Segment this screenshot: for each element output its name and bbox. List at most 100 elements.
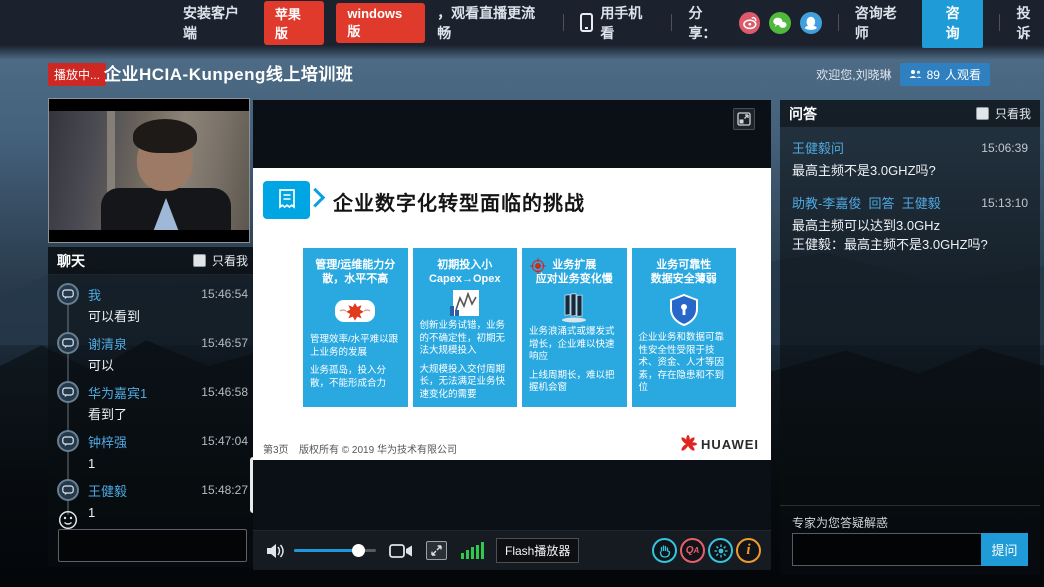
smiley-icon[interactable]	[58, 510, 78, 530]
slide-footer: 第3页 版权所有 © 2019 华为技术有限公司 HUAWEI	[253, 439, 771, 455]
watch-on-mobile-button[interactable]: 用手机看	[600, 3, 655, 43]
qa-text: 最高主频不是3.0GHZ吗?	[792, 162, 1028, 180]
huawei-logo: HUAWEI	[679, 435, 759, 453]
divider	[563, 14, 564, 31]
qa-title: 问答	[789, 104, 817, 124]
document-icon	[263, 181, 310, 219]
chat-time: 15:46:54	[201, 287, 248, 301]
camera-icon[interactable]	[389, 543, 413, 559]
card-line: 业务浪涌式或爆发式增长，企业难以快速响应	[529, 326, 620, 364]
checkbox-icon[interactable]	[193, 254, 206, 267]
card-line: 业务孤岛，投入分散，不能形成合力	[310, 365, 401, 390]
slide-card-reliability: 业务可靠性 数据安全薄弱 企业业务和数据可靠性安全性受限于技术、资金、人才等因素…	[632, 248, 737, 407]
qa-asker: 王健毅问	[792, 138, 844, 157]
only-me-label: 只看我	[995, 105, 1031, 122]
windows-version-button[interactable]: windows版	[336, 3, 425, 43]
chat-bubble-icon	[57, 479, 79, 501]
info-icon[interactable]: i	[736, 538, 761, 563]
chat-only-me-toggle[interactable]: 只看我	[193, 252, 248, 269]
volume-fill	[294, 549, 357, 552]
servers-icon	[529, 288, 620, 326]
weibo-icon[interactable]	[739, 12, 761, 34]
chat-sender: 谢清泉	[88, 334, 127, 353]
card-title: 管理/运维能力分散，水平不高	[310, 258, 401, 288]
qa-only-me-toggle[interactable]: 只看我	[976, 105, 1031, 122]
qa-answer: 助教-李嘉俊 回答 王健毅 15:13:10 最高主频可以达到3.0GHz 王健…	[792, 193, 1028, 254]
webinar-page: 安装客户端 苹果版 windows版 ，观看直播更流畅 用手机看 分享： 咨询老…	[0, 0, 1044, 587]
player-action-buttons: QA i	[652, 538, 761, 563]
consult-teacher-label: 咨询老师	[855, 3, 910, 43]
slide-card-expansion: 业务扩展 应对业务变化慢 业务浪涌式或爆发式增长，企业难以快速响应 上线周期长，…	[522, 248, 627, 407]
phone-icon	[580, 13, 593, 32]
divider	[671, 14, 672, 31]
card-line: 管理效率/水平难以跟上业务的发展	[310, 334, 401, 359]
qa-header: 问答 只看我	[780, 100, 1040, 128]
volume-slider[interactable]	[294, 549, 376, 552]
top-bar: 安装客户端 苹果版 windows版 ，观看直播更流畅 用手机看 分享： 咨询老…	[0, 0, 1044, 45]
chat-header: 聊天 只看我	[48, 247, 257, 275]
chat-input[interactable]	[58, 529, 247, 562]
chat-bubble-icon	[57, 430, 79, 452]
pip-icon[interactable]	[426, 541, 447, 560]
people-icon	[909, 69, 922, 80]
question-input[interactable]	[792, 533, 981, 566]
qa-time: 15:06:39	[981, 141, 1028, 155]
consult-button[interactable]: 咨询	[922, 0, 984, 48]
chat-message: 钟梓强 15:47:04 1	[57, 430, 248, 472]
chat-bubble-icon	[57, 332, 79, 354]
qa-question: 王健毅问 15:06:39 最高主频不是3.0GHZ吗?	[792, 138, 1028, 180]
chat-title: 聊天	[57, 251, 85, 271]
slide-page-number: 第3页	[263, 441, 289, 456]
volume-thumb[interactable]	[352, 544, 365, 557]
hand-icon[interactable]	[652, 538, 677, 563]
chat-sender: 王健毅	[88, 481, 127, 500]
signal-icon	[461, 542, 484, 559]
install-client-label: 安装客户端	[183, 3, 252, 43]
smooth-watch-label: ，观看直播更流畅	[437, 3, 547, 43]
wechat-icon[interactable]	[769, 12, 791, 34]
chart-icon	[420, 288, 511, 320]
chat-time: 15:46:57	[201, 336, 248, 350]
card-title: 初期投入小 Capex→Opex	[420, 258, 511, 288]
qa-icon[interactable]: QA	[680, 538, 705, 563]
slide-title: 企业数字化转型面临的挑战	[333, 187, 585, 216]
chat-text: 可以看到	[88, 308, 248, 325]
presentation-player: 企业数字化转型面临的挑战 管理/运维能力分散，水平不高 管理效率/水平难以跟上业…	[253, 100, 771, 570]
qa-text: 最高主频可以达到3.0GHz	[792, 217, 1028, 235]
speaker-icon[interactable]	[265, 542, 285, 560]
checkbox-icon[interactable]	[976, 107, 989, 120]
chat-time: 15:47:04	[201, 434, 248, 448]
card-line: 企业业务和数据可靠性安全性受限于技术、资金、人才等因素，存在隐患和不到位	[639, 332, 730, 395]
viewers-badge: 89 人观看	[900, 63, 990, 86]
divider	[780, 505, 1040, 506]
viewers-count: 89	[927, 68, 940, 82]
chat-text: 1	[88, 455, 248, 472]
card-title: 业务可靠性 数据安全薄弱	[639, 258, 730, 288]
qa-time: 15:13:10	[981, 196, 1028, 210]
card-line: 上线周期长，难以把握机会窗	[529, 370, 620, 395]
session-header: 播放中... 企业HCIA-Kunpeng线上培训班 欢迎您,刘晓琳 89 人观…	[0, 57, 1044, 93]
expand-icon[interactable]	[733, 108, 755, 130]
qq-icon[interactable]	[800, 12, 822, 34]
gear-icon[interactable]	[708, 538, 733, 563]
ask-button[interactable]: 提问	[981, 533, 1028, 566]
chat-text: 1	[88, 504, 248, 521]
qa-text: 王健毅：最高主频不是3.0GHZ吗?	[792, 236, 1028, 254]
divider	[838, 14, 839, 31]
cloud-burst-icon	[310, 288, 401, 334]
chat-message: 我 15:46:54 可以看到	[57, 283, 248, 325]
chat-sender: 华为嘉宾1	[88, 383, 147, 402]
huawei-wordmark: HUAWEI	[701, 437, 759, 452]
flash-player-badge: Flash播放器	[496, 538, 579, 563]
card-line: 创新业务试错，业务的不确定性，初期无法大规模投入	[420, 320, 511, 358]
target-icon	[530, 258, 546, 279]
expert-hint-label: 专家为您答疑解惑	[792, 514, 888, 531]
qa-answerer: 助教-李嘉俊 回答 王健毅	[792, 193, 941, 212]
apple-version-button[interactable]: 苹果版	[264, 1, 324, 45]
chat-message: 王健毅 15:48:27 1	[57, 479, 248, 521]
complaint-button[interactable]: 投诉	[1016, 3, 1044, 43]
chat-message: 谢清泉 15:46:57 可以	[57, 332, 248, 374]
chat-bubble-icon	[57, 381, 79, 403]
chat-time: 15:48:27	[201, 483, 248, 497]
shield-icon	[639, 288, 730, 332]
